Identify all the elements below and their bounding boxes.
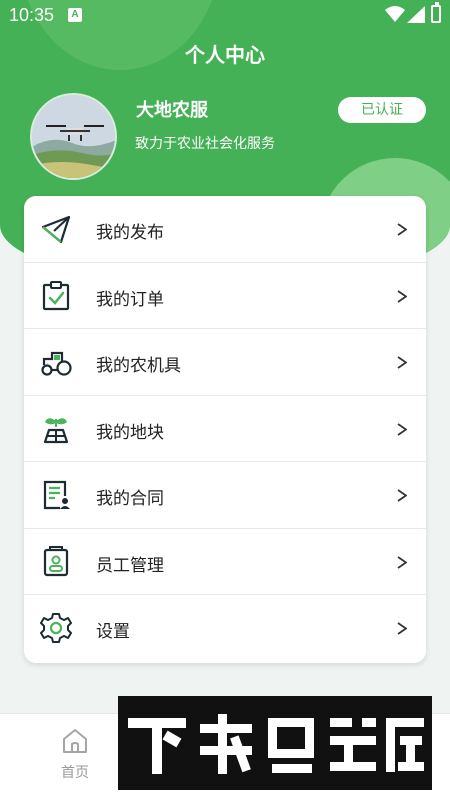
contract-icon: [43, 480, 70, 510]
send-icon: [41, 215, 71, 244]
menu-item-label: 我的农机具: [96, 356, 181, 376]
chevron-right-icon: [397, 356, 407, 369]
chevron-right-icon: [397, 489, 407, 502]
chevron-right-icon: [397, 223, 407, 236]
menu-item-label: 员工管理: [96, 555, 164, 576]
order-clipboard-icon: [42, 280, 70, 310]
menu-item-my-orders[interactable]: 我的订单: [24, 263, 426, 329]
menu-item-my-contracts[interactable]: 我的合同: [24, 462, 426, 529]
cellular-signal-icon: [407, 6, 425, 23]
verified-badge[interactable]: 已认证: [338, 97, 426, 123]
menu-item-label: 我的发布: [96, 223, 164, 243]
menu-card: 我的发布 我的订单 我的农机具 我的地块 我的合同 员工管理 设置: [24, 196, 426, 663]
chevron-right-icon: [397, 422, 407, 436]
status-bar: 10:35 A: [0, 0, 450, 30]
gear-icon: [40, 613, 72, 643]
home-icon: [63, 729, 87, 753]
profile-slogan: 致力于农业社会化服务: [135, 136, 275, 152]
tab-home[interactable]: 首页: [40, 728, 110, 788]
tractor-icon: [41, 351, 72, 376]
watermark-overlay: [118, 696, 432, 790]
page-title: 个人中心: [185, 43, 265, 67]
menu-item-label: 我的地块: [96, 422, 164, 443]
tab-home-label: 首页: [61, 765, 89, 781]
notification-a-icon: A: [68, 8, 82, 22]
drone-photo: [32, 95, 115, 178]
menu-item-settings[interactable]: 设置: [24, 595, 426, 662]
field-sprout-icon: [43, 417, 69, 443]
menu-item-my-posts[interactable]: 我的发布: [24, 196, 426, 263]
menu-item-label: 我的合同: [96, 489, 164, 509]
profile-name: 大地农服: [136, 100, 208, 121]
watermark-logo: [128, 714, 424, 774]
menu-item-my-fields[interactable]: 我的地块: [24, 396, 426, 462]
chevron-right-icon: [397, 622, 407, 635]
chevron-right-icon: [397, 555, 407, 569]
chevron-right-icon: [397, 289, 407, 303]
employee-badge-icon: [43, 545, 69, 576]
avatar[interactable]: [30, 93, 117, 180]
battery-icon: [431, 2, 441, 23]
status-time: 10:35: [9, 5, 55, 25]
menu-item-employee-management[interactable]: 员工管理: [24, 529, 426, 595]
wifi-icon: [385, 6, 405, 22]
menu-item-label: 设置: [96, 622, 130, 642]
menu-item-my-machinery[interactable]: 我的农机具: [24, 329, 426, 396]
menu-item-label: 我的订单: [96, 289, 164, 310]
